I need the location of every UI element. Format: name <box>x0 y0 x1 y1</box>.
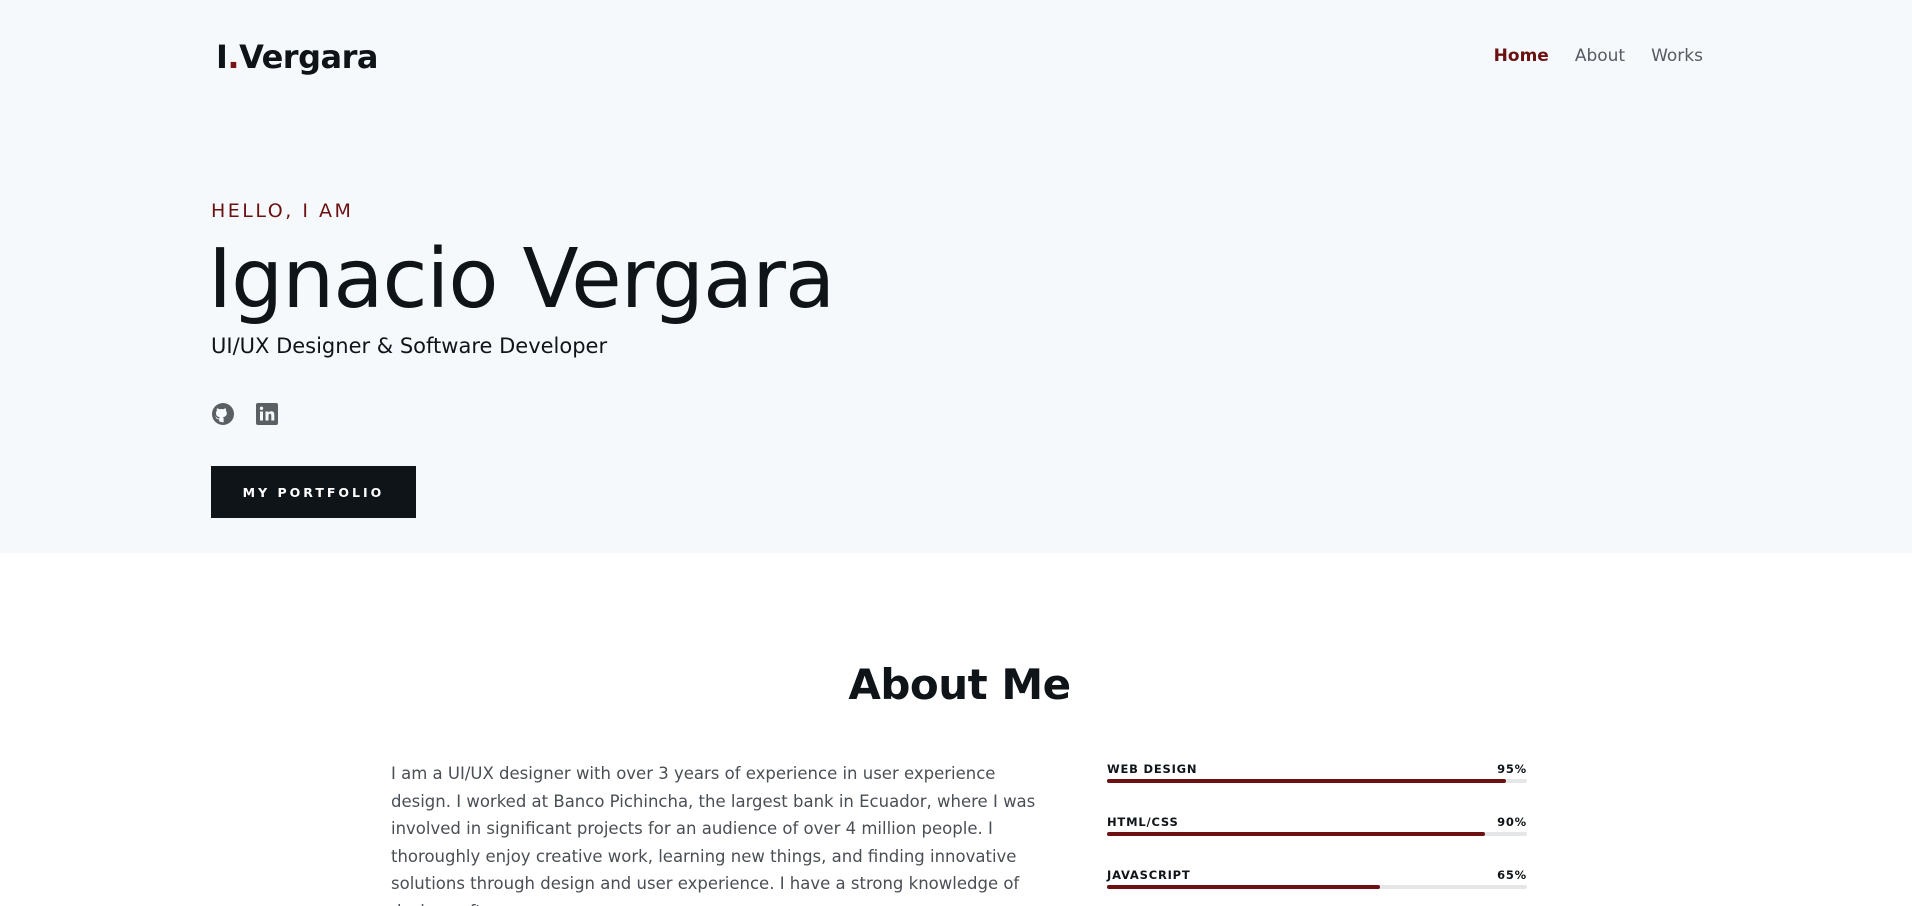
skill-percent: 65% <box>1497 868 1527 882</box>
skill-bar-track <box>1107 779 1527 783</box>
about-title: About Me <box>848 660 1071 709</box>
logo-name: Vergara <box>239 38 378 76</box>
skill-percent: 95% <box>1497 762 1527 776</box>
skill-name: JAVASCRIPT <box>1107 868 1191 882</box>
main-nav: Home About Works <box>1494 46 1703 66</box>
about-paragraph: I am a UI/UX designer with over 3 years … <box>391 764 1036 906</box>
hero-name: Ignacio Vergara <box>208 232 835 327</box>
logo-dot: . <box>227 38 240 76</box>
skill-name: WEB DESIGN <box>1107 762 1198 776</box>
skill-percent: 90% <box>1497 815 1527 829</box>
skill-bar-track <box>1107 832 1527 836</box>
github-icon[interactable] <box>211 402 235 426</box>
nav-works[interactable]: Works <box>1651 46 1703 66</box>
skills-list: WEB DESIGN 95% HTML/CSS 90% JAVASCRIPT 6… <box>1107 762 1527 906</box>
hero-role: UI/UX Designer & Software Developer <box>211 334 608 358</box>
logo-initial: I <box>216 38 228 76</box>
skill-bar-fill <box>1107 779 1506 783</box>
social-links <box>211 402 279 426</box>
skill-item: HTML/CSS 90% <box>1107 815 1527 868</box>
hero-section: I.Vergara Home About Works HELLO, I AM I… <box>0 0 1912 553</box>
hero-greeting: HELLO, I AM <box>211 200 354 222</box>
nav-about[interactable]: About <box>1575 46 1625 66</box>
linkedin-icon[interactable] <box>255 402 279 426</box>
skill-item: JAVASCRIPT 65% <box>1107 868 1527 906</box>
skill-bar-track <box>1107 885 1527 889</box>
skill-bar-fill <box>1107 885 1380 889</box>
nav-home[interactable]: Home <box>1494 46 1549 66</box>
skill-bar-fill <box>1107 832 1485 836</box>
site-logo[interactable]: I.Vergara <box>216 38 378 76</box>
portfolio-button[interactable]: MY PORTFOLIO <box>211 466 416 518</box>
skill-name: HTML/CSS <box>1107 815 1179 829</box>
skill-item: WEB DESIGN 95% <box>1107 762 1527 815</box>
